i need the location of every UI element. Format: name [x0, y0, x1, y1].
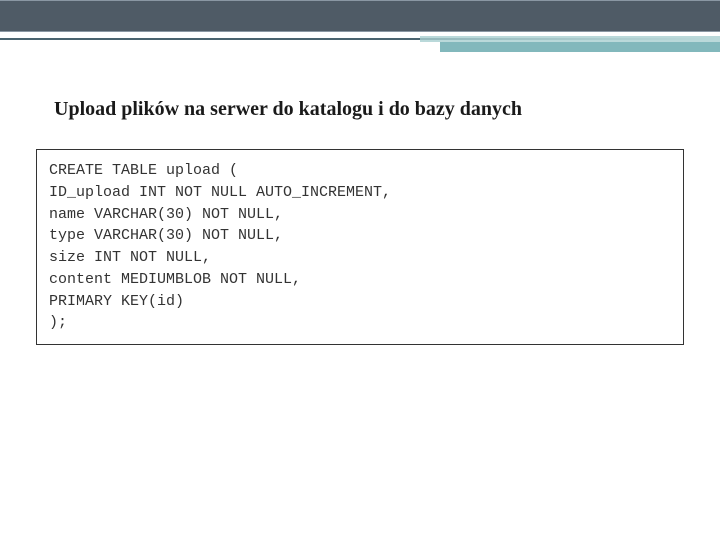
header-band [0, 0, 720, 32]
accent-bar-main [440, 42, 720, 52]
page-title: Upload plików na serwer do katalogu i do… [54, 98, 674, 121]
sql-code-block: CREATE TABLE upload ( ID_upload INT NOT … [36, 149, 684, 345]
accent-stripes [0, 36, 720, 62]
slide-content: Upload plików na serwer do katalogu i do… [0, 80, 720, 345]
